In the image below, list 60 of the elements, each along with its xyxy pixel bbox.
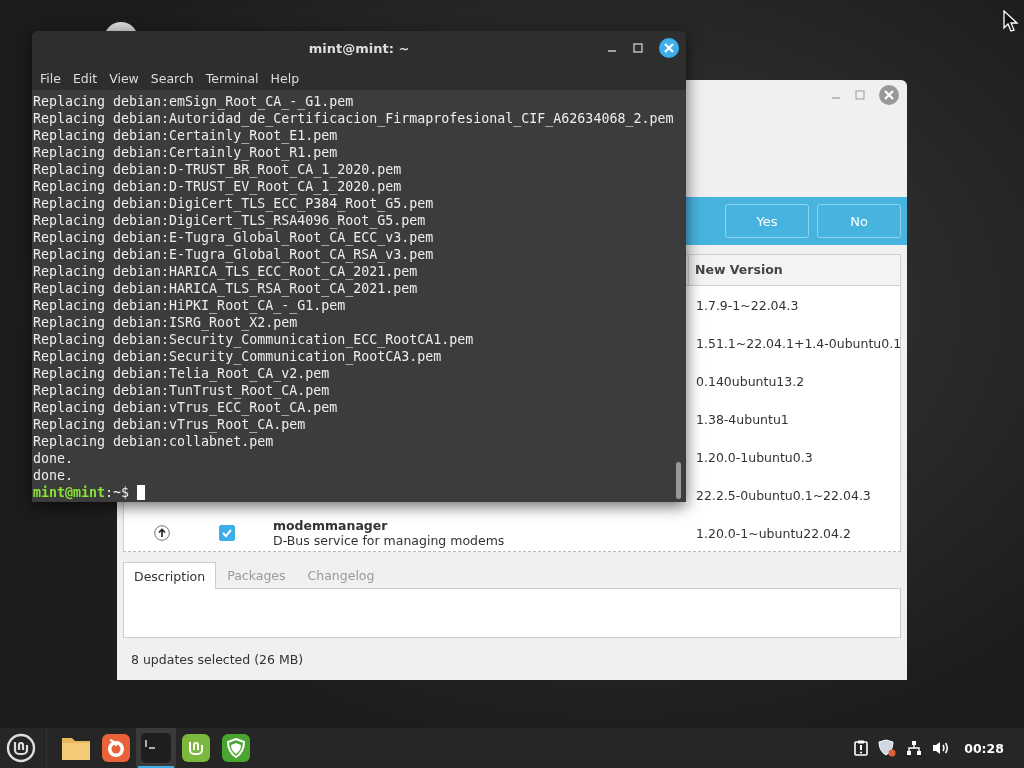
terminal-line: done. — [33, 450, 75, 467]
shield-icon[interactable] — [222, 734, 250, 762]
menu-item[interactable]: Search — [144, 70, 200, 86]
prompt-path: :~$ — [105, 484, 130, 501]
clock[interactable]: 00:28 — [964, 740, 1004, 756]
table-cell-text: 1.38-4ubuntu1 — [695, 411, 789, 427]
volume-icon[interactable] — [932, 740, 951, 756]
scrollbar-thumb[interactable] — [676, 462, 681, 499]
menu-item[interactable]: View — [103, 70, 145, 86]
window-title: mint@mint: ~ — [308, 41, 410, 56]
terminal-line: Replacing debian:HiPKI_Root_CA_-_G1.pem — [33, 297, 347, 314]
network-icon[interactable] — [906, 740, 923, 756]
package-description: D-Bus service for managing modems — [273, 533, 506, 548]
terminal-icon[interactable] — [141, 733, 171, 763]
terminal-line: Replacing debian:DigiCert_TLS_RSA4096_Root_G5.pem — [33, 212, 427, 229]
terminal-line: Replacing debian:E-Tugra_Global_Root_CA_RSA_v3.pem — [33, 246, 435, 263]
terminal-line: Replacing debian:Telia_Root_CA_v2.pem — [33, 365, 331, 382]
table-cell-text: 1.20.0-1ubuntu0.3 — [695, 449, 813, 465]
prompt-user: mint@mint — [33, 484, 106, 501]
menu-item[interactable]: Help — [264, 70, 306, 86]
terminal-line: Replacing debian:HARICA_TLS_ECC_Root_CA_2021.pem — [33, 263, 419, 280]
terminal-line: Replacing debian:vTrus_ECC_Root_CA.pem — [33, 399, 339, 416]
terminal-line: Replacing debian:TunTrust_Root_CA.pem — [33, 382, 331, 399]
terminal-line: Replacing debian:emSign_Root_CA_-_G1.pem — [33, 93, 355, 110]
menu-item[interactable]: Edit — [66, 70, 104, 86]
column-header[interactable]: New Version — [688, 255, 900, 285]
status-text: 8 updates selected (26 MB) — [131, 652, 305, 667]
checkbox[interactable] — [219, 525, 235, 541]
menu-item[interactable]: Terminal — [199, 70, 265, 86]
table-cell-text: 22.2.5-0ubuntu0.1~22.04.3 — [695, 487, 871, 503]
terminal-line: Replacing debian:D-TRUST_BR_Root_CA_1_2020.pem — [33, 161, 403, 178]
mint-logo-icon[interactable] — [182, 734, 210, 762]
table-cell-text: 1.20.0-1~ubuntu22.04.2 — [695, 525, 851, 541]
terminal-line: Replacing debian:Security_Communication_RootCA3.pem — [33, 348, 443, 365]
terminal-line: Replacing debian:Security_Communication_ECC_RootCA1.pem — [33, 331, 475, 348]
terminal-line: Replacing debian:DigiCert_TLS_ECC_P384_Root_G5.pem — [33, 195, 435, 212]
terminal-line: done. — [33, 467, 75, 484]
table-cell-text: 0.140ubuntu13.2 — [695, 373, 805, 389]
shield-icon[interactable] — [878, 739, 897, 757]
terminal-line: Replacing debian:D-TRUST_EV_Root_CA_1_2020.pem — [33, 178, 403, 195]
folder-icon[interactable] — [61, 735, 91, 761]
terminal-line: Replacing debian:E-Tugra_Global_Root_CA_ECC_v3.pem — [33, 229, 435, 246]
browser-icon[interactable] — [102, 734, 130, 762]
terminal-line: Replacing debian:collabnet.pem — [33, 433, 275, 450]
clipboard-alert-icon[interactable] — [854, 740, 869, 756]
table-cell-text: 1.7.9-1~22.04.3 — [695, 297, 799, 313]
terminal-line: Replacing debian:ISRG_Root_X2.pem — [33, 314, 299, 331]
mouse-pointer-icon — [1003, 10, 1019, 32]
menu-item[interactable]: File — [34, 70, 67, 86]
terminal-line: Replacing debian:HARICA_TLS_RSA_Root_CA_2021.pem — [33, 280, 419, 297]
terminal-line: Replacing debian:Certainly_Root_R1.pem — [33, 144, 339, 161]
terminal-line: Replacing debian:vTrus_Root_CA.pem — [33, 416, 307, 433]
close-icon[interactable] — [659, 38, 679, 58]
package-name: modemmanager — [273, 518, 389, 533]
table-cell-text: 1.51.1~22.04.1+1.4-0ubuntu0.1 — [695, 335, 902, 351]
text-cursor — [137, 485, 146, 500]
tab[interactable]: Description — [123, 562, 217, 589]
terminal-line: Replacing debian:Certainly_Root_E1.pem — [33, 127, 339, 144]
menu-icon[interactable] — [6, 733, 36, 763]
terminal-line: Replacing debian:Autoridad_de_Certificacion_Firmaprofesional_CIF_A62634068_2.pem — [33, 110, 675, 127]
